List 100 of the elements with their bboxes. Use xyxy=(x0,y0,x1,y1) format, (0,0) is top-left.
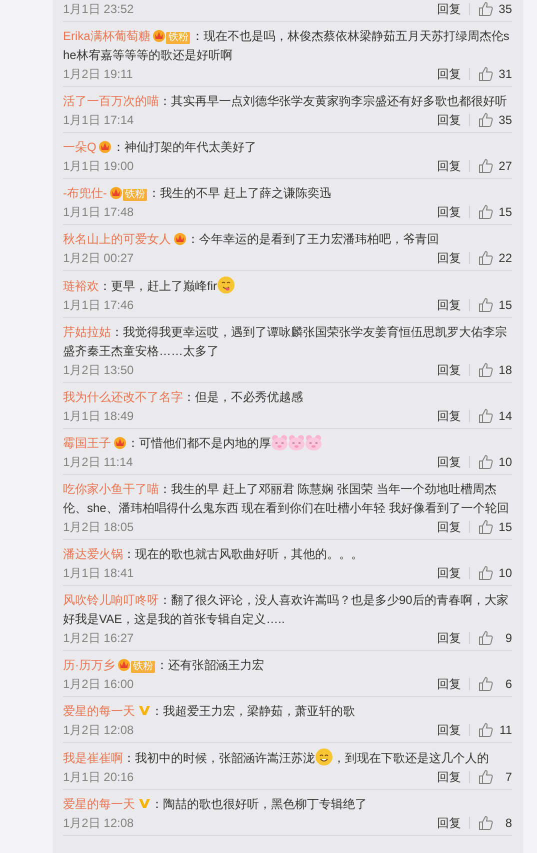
reply-link[interactable]: 回复 xyxy=(437,65,461,83)
thumbs-up-icon[interactable] xyxy=(478,66,494,82)
comment-text: 一朵Q ：神仙打架的年代太美好了 xyxy=(63,138,258,156)
thumbs-up-icon[interactable] xyxy=(478,297,494,313)
reply-link[interactable]: 回复 xyxy=(437,249,461,267)
comment-text: -布兜仕- 铁粉 ：我生的不早 赶上了薛之谦陈奕迅 xyxy=(63,184,332,203)
reply-link[interactable]: 回复 xyxy=(437,453,461,471)
timestamp: 1月2日 12:08 xyxy=(63,722,135,739)
reply-link[interactable]: 回复 xyxy=(437,814,461,832)
verified-icon xyxy=(137,703,151,717)
comment-text: 吃你家小鱼干了喵：我生的早 赶上了邓丽君 陈慧娴 张国荣 当年一个劲地吐槽周杰伦、she、潘玮柏唱得什么鬼东西 现在看到你们在吐槽小年轻 我好像看到了一个轮回 xyxy=(63,481,510,517)
crown-icon xyxy=(117,657,131,671)
timestamp: 1月1日 19:00 xyxy=(63,158,135,175)
reply-link[interactable]: 回复 xyxy=(437,111,461,129)
reply-link[interactable]: 回复 xyxy=(437,721,461,739)
fan-badge: 铁粉 xyxy=(123,189,147,201)
like-count: 31 xyxy=(498,66,512,83)
thumbs-up-icon[interactable] xyxy=(478,204,494,220)
like-count: 8 xyxy=(505,815,512,832)
like-count: 15 xyxy=(498,519,512,536)
thumbs-up-icon[interactable] xyxy=(478,519,494,535)
reply-link[interactable]: 回复 xyxy=(437,629,461,647)
timestamp: 1月2日 13:50 xyxy=(63,362,135,379)
comment-text: 我是崔崔啊：我初中的时候，张韶涵许嵩汪苏泷 ，到现在下歌还是这几个人的 xyxy=(63,748,512,768)
like-count: 22 xyxy=(498,250,512,267)
like-count: 15 xyxy=(498,297,512,314)
thumbs-up-icon[interactable] xyxy=(478,769,494,785)
reply-link[interactable]: 回复 xyxy=(437,675,461,693)
comment-text: 爱星的每一天 ：陶喆的歌也很好听，黑色柳丁专辑绝了 xyxy=(63,795,368,813)
crown-icon xyxy=(152,28,166,42)
reply-link[interactable]: 回复 xyxy=(437,518,461,536)
crown-icon xyxy=(113,435,127,449)
thumbs-up-icon[interactable] xyxy=(478,815,494,831)
timestamp: 1月1日 17:48 xyxy=(63,204,135,221)
comment-text: 风吹铃儿响叮咚呀：翻了很久评论，没人喜欢许嵩吗？也是多少90后的青春啊，大家好我是VAE，这是我的首张专辑自定义….. xyxy=(63,592,510,628)
timestamp: 1月2日 11:14 xyxy=(63,454,134,471)
crown-icon xyxy=(109,185,123,199)
reply-link[interactable]: 回复 xyxy=(437,564,461,582)
pig-icon xyxy=(305,434,322,451)
like-count: 27 xyxy=(498,158,512,175)
pig-icon xyxy=(271,434,288,451)
timestamp: 1月1日 20:16 xyxy=(63,769,135,786)
comment-text: 活了一百万次的喵：其实再早一点刘德华张学友黄家驹李宗盛还有好多歌也都很好听 xyxy=(63,93,508,110)
crown-icon xyxy=(98,139,112,153)
thumbs-up-icon[interactable] xyxy=(478,112,494,128)
comment-text: 我为什么还改不了名字：但是，不必秀优越感 xyxy=(63,389,304,406)
like-count: 35 xyxy=(498,112,512,129)
comment-text: 芹姑拉姑：我觉得我更幸运哎，遇到了谭咏麟张国荣张学友姜育恒伍思凯罗大佑李宗盛齐秦王杰童安格……太多了 xyxy=(63,324,508,360)
comment-text: 潘达爱火锅：现在的歌也就古风歌曲好听，其他的。。。 xyxy=(63,546,364,563)
thumbs-up-icon[interactable] xyxy=(478,676,494,692)
timestamp: 1月1日 18:49 xyxy=(63,408,135,425)
reply-link[interactable]: 回复 xyxy=(437,768,461,786)
reply-link[interactable]: 回复 xyxy=(437,157,461,175)
timestamp: 1月1日 18:41 xyxy=(63,565,135,582)
comment-text: 历·历万乡 铁粉 ：还有张韶涵王力宏 xyxy=(63,656,265,675)
like-count: 35 xyxy=(498,1,512,18)
reply-link[interactable]: 回复 xyxy=(437,203,461,221)
timestamp: 1月2日 12:08 xyxy=(63,815,135,832)
timestamp: 1月2日 00:27 xyxy=(63,250,135,267)
thumbs-up-icon[interactable] xyxy=(478,1,494,17)
comment-text: 爱星的每一天 ：我超爱王力宏，梁静茹，萧亚轩的歌 xyxy=(63,702,356,720)
like-count: 11 xyxy=(500,722,512,739)
thumbs-up-icon[interactable] xyxy=(478,158,494,174)
like-count: 7 xyxy=(505,769,512,786)
thumbs-up-icon[interactable] xyxy=(478,630,494,646)
smiley-icon xyxy=(315,748,333,766)
like-count: 15 xyxy=(498,204,512,221)
thumbs-up-icon[interactable] xyxy=(478,408,494,424)
comment-text: 霉国王子 ：可惜他们都不是内地的厚 xyxy=(63,434,512,453)
like-count: 10 xyxy=(498,454,512,471)
reply-link[interactable]: 回复 xyxy=(437,296,461,314)
like-count: 10 xyxy=(498,565,512,582)
fan-badge: 铁粉 xyxy=(166,32,190,44)
comment-text: 秋名山上的可爱女人 ：今年幸运的是看到了王力宏潘玮柏吧，爷青回 xyxy=(63,230,440,248)
like-count: 6 xyxy=(505,676,512,693)
thumbs-up-icon[interactable] xyxy=(478,362,494,378)
thumbs-up-icon[interactable] xyxy=(478,250,494,266)
timestamp: 1月2日 16:00 xyxy=(63,676,135,693)
fan-badge: 铁粉 xyxy=(131,661,155,673)
verified-icon xyxy=(137,796,151,810)
like-count: 14 xyxy=(498,408,512,425)
thumbs-up-icon[interactable] xyxy=(478,722,494,738)
timestamp: 1月2日 19:11 xyxy=(63,66,134,83)
reply-link[interactable]: 回复 xyxy=(437,0,461,18)
timestamp: 1月2日 16:27 xyxy=(63,630,135,647)
timestamp: 1月1日 17:46 xyxy=(63,297,135,314)
timestamp: 1月2日 18:05 xyxy=(63,519,135,536)
comment-text: 琏裕欢：更早，赶上了巅峰fir xyxy=(63,276,512,296)
reply-link[interactable]: 回复 xyxy=(437,361,461,379)
comment-text: Erika满杯葡萄糖 铁粉 ：现在不也是吗，林俊杰蔡依林梁静茹五月天苏打绿周杰伦she林宥嘉等等等的歌还是好听啊 xyxy=(63,27,510,64)
thumbs-up-icon[interactable] xyxy=(478,565,494,581)
like-count: 9 xyxy=(505,630,512,647)
timestamp: 1月1日 23:52 xyxy=(63,1,135,18)
reply-link[interactable]: 回复 xyxy=(437,407,461,425)
crown-icon xyxy=(173,231,187,245)
thumbs-up-icon[interactable] xyxy=(478,454,494,470)
timestamp: 1月1日 17:14 xyxy=(63,112,135,129)
smiley-icon xyxy=(217,276,235,294)
like-count: 18 xyxy=(498,362,512,379)
pig-icon xyxy=(288,434,305,451)
